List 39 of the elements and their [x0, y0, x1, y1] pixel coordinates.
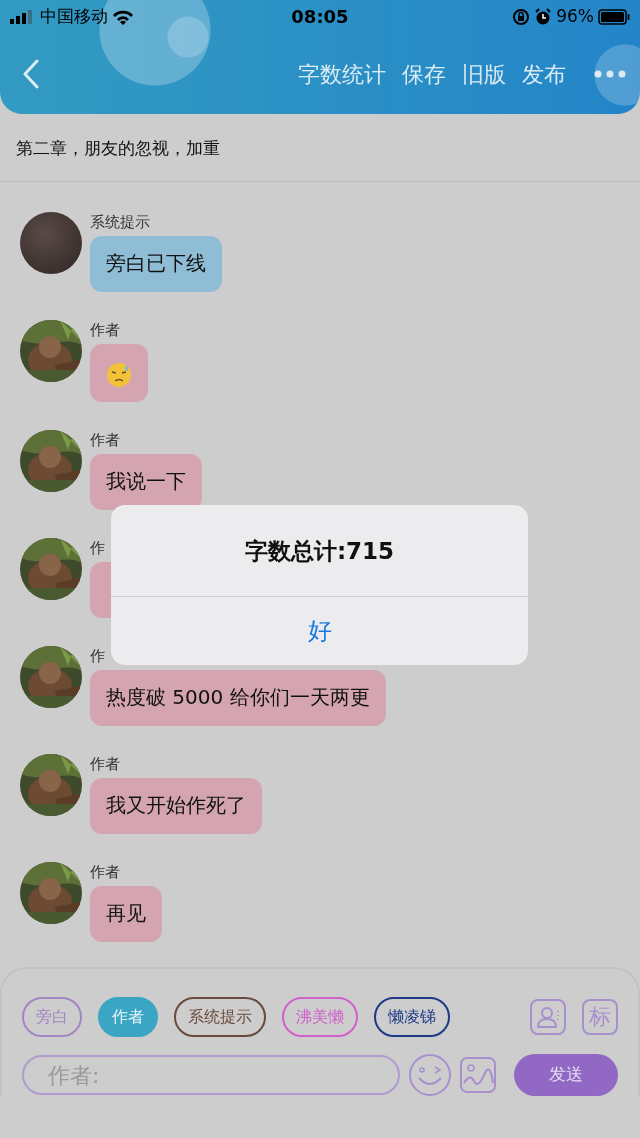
- carrier-name: 中国移动: [40, 5, 108, 29]
- role-chip[interactable]: 系统提示: [174, 997, 266, 1037]
- alert-title: 字数总计:715: [244, 538, 395, 564]
- chapter-title: 第二章，朋友的忽视，加重: [0, 114, 640, 182]
- send-button[interactable]: 发送: [514, 1054, 618, 1096]
- sender-name: 作者: [90, 320, 120, 340]
- message-bubble: 我说一下: [90, 454, 202, 510]
- role-chip[interactable]: 作者: [98, 997, 158, 1037]
- wifi-icon: [112, 9, 134, 25]
- role-chip[interactable]: 沸美懒: [282, 997, 358, 1037]
- role-chip[interactable]: 旁白: [22, 997, 82, 1037]
- sender-name: 系统提示: [90, 212, 150, 232]
- message-bubble: 再见: [90, 886, 162, 942]
- sender-name: 作者: [90, 862, 120, 882]
- message-bubble: 旁白已下线: [90, 236, 222, 292]
- image-icon[interactable]: [460, 1057, 496, 1093]
- message-bubble: 我又开始作死了: [90, 778, 262, 834]
- rotation-lock-icon: [512, 8, 531, 26]
- battery-percent: 96%: [556, 5, 594, 29]
- sender-name: 作者: [90, 430, 120, 450]
- header-action[interactable]: 字数统计: [290, 57, 394, 91]
- ok-button[interactable]: 好: [111, 597, 528, 664]
- role-button[interactable]: [530, 999, 566, 1035]
- back-icon[interactable]: [22, 59, 40, 89]
- role-chip[interactable]: 懒凌锑: [374, 997, 450, 1037]
- message-bubble: 热度破 5000 给你们一天两更: [90, 670, 386, 726]
- emoji-icon[interactable]: [408, 1053, 452, 1097]
- sweat-face-icon: [106, 361, 132, 388]
- sender-name: 作: [90, 538, 105, 558]
- tag-button[interactable]: 标: [582, 999, 618, 1035]
- alarm-icon: [534, 8, 553, 26]
- sender-name: 作: [90, 646, 105, 666]
- more-icon[interactable]: [594, 70, 626, 78]
- sender-name: 作者: [90, 754, 120, 774]
- header-action[interactable]: 旧版: [454, 57, 514, 91]
- header-action[interactable]: 保存: [394, 57, 454, 91]
- clock-time: 08:05: [291, 6, 349, 28]
- battery-icon: [598, 9, 630, 25]
- header-action[interactable]: 发布: [514, 57, 574, 91]
